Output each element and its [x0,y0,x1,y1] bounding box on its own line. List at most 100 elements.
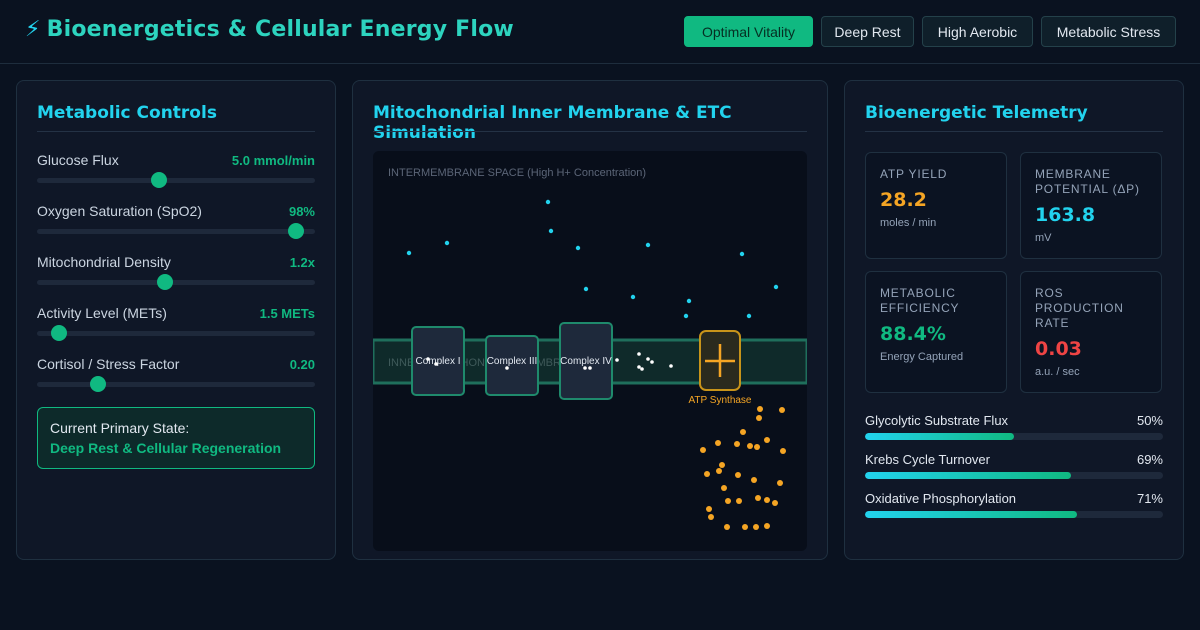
atp-dot [734,441,740,447]
atp-dot [779,407,785,413]
proton-dot [545,199,551,205]
atp-dot [742,524,748,530]
proton-dot [746,313,752,319]
glucose-flux-slider[interactable] [37,172,315,188]
slider-value: 1.5 METs [259,306,315,321]
metric-value: 163.8 [1035,204,1096,226]
proton-dot [548,228,554,234]
bar-label: Oxidative Phosphorylation [865,491,1017,506]
ros-production-card: ROS PRODUCTION RATE 0.03 a.u. / sec [1020,271,1162,393]
atp-synthase-label: ATP Synthase [689,395,752,406]
panel-title: Mitochondrial Inner Membrane & ETC Simul… [373,103,732,143]
scenario-deep-rest-button[interactable]: Deep Rest [821,16,914,47]
electron-dot [588,366,592,370]
membrane-diagram: INTERMEMBRANE SPACE (High H+ Concentrati… [373,167,807,530]
atp-dot [756,415,762,421]
electron-dot [646,357,650,361]
slider-thumb[interactable] [156,274,173,290]
metric-label: ROS PRODUCTION RATE [1035,286,1124,330]
proton-dot [630,294,636,300]
mitochondrial-density-slider[interactable] [37,274,315,290]
app-header: ⚡ Bioenergetics & Cellular Energy Flow Op… [0,0,1200,64]
simulation-canvas[interactable]: INTERMEMBRANE SPACE (High H+ Concentrati… [373,151,807,551]
activity-level-slider[interactable] [37,325,315,341]
atp-dot [780,448,786,454]
metabolic-controls-panel: Metabolic Controls Glucose Flux 5.0 mmol… [16,80,336,560]
electron-dot [637,352,641,356]
proton-dot [739,251,745,257]
atp-dot [740,429,746,435]
atp-dot [736,498,742,504]
bar-fill [865,472,1071,479]
electron-dot [637,365,641,369]
electron-dot [640,367,644,371]
slider-value: 0.20 [289,357,315,372]
electron-dot [669,364,673,368]
panel-title: Metabolic Controls [37,103,217,123]
metric-unit: a.u. / sec [1035,366,1080,378]
slider-thumb[interactable] [90,376,107,392]
bar-fill [865,433,1014,440]
slider-value: 5.0 mmol/min [231,153,315,168]
atp-dot [715,440,721,446]
slider-label: Activity Level (METs) [37,305,167,321]
primary-state-box: Current Primary State: Deep Rest & Cellu… [37,407,315,469]
etc-simulation-panel: Mitochondrial Inner Membrane & ETC Simul… [352,80,828,560]
scenario-high-aerobic-button[interactable]: High Aerobic [922,16,1033,47]
atp-dot [725,498,731,504]
metric-value: 88.4% [880,323,946,345]
electron-dot [505,366,509,370]
electron-dot [650,360,654,364]
atp-dot [704,471,710,477]
bar-percent: 50% [1136,413,1163,428]
atp-dot [721,485,727,491]
atp-dot [754,444,760,450]
atp-dot [747,443,753,449]
bar-label: Krebs Cycle Turnover [865,452,990,467]
oxidative-phosphorylation-bar [865,511,1163,518]
proton-dot [406,250,412,256]
slider-value: 98% [288,204,315,219]
metric-label: METABOLIC EFFICIENCY [880,286,960,315]
proton-dot [686,298,692,304]
proton-dot [575,245,581,251]
scenario-metabolic-stress-button[interactable]: Metabolic Stress [1041,16,1176,47]
cortisol-stress-slider[interactable] [37,376,315,392]
proton-dot [773,284,779,290]
divider [865,131,1163,132]
complex-label: Complex I [415,356,460,367]
atp-dot [724,524,730,530]
ims-label: INTERMEMBRANE SPACE (High H+ Concentrati… [388,167,646,179]
slider-thumb[interactable] [151,172,168,188]
divider [373,131,807,132]
scenario-optimal-vitality-button[interactable]: Optimal Vitality [684,16,813,47]
app-title: ⚡ Bioenergetics & Cellular Energy Flow [25,17,514,42]
atp-dot [719,462,725,468]
state-value: Deep Rest & Cellular Regeneration [50,440,282,456]
bar-label: Glycolytic Substrate Flux [865,413,1009,428]
panel-title: Bioenergetic Telemetry [865,103,1088,123]
complex-label: Complex IV [560,356,612,367]
atp-dot [708,514,714,520]
atp-dot [753,524,759,530]
atp-dot [706,506,712,512]
atp-dot [764,523,770,529]
slider-label: Mitochondrial Density [37,254,171,270]
slider-thumb[interactable] [287,223,304,239]
oxygen-saturation-slider[interactable] [37,223,315,239]
atp-dots [700,406,786,530]
atp-dot [700,447,706,453]
bar-fill [865,511,1077,518]
atp-dot [757,406,763,412]
app-title-text: Bioenergetics & Cellular Energy Flow [46,17,514,42]
atp-dot [716,468,722,474]
electron-dot [615,358,619,362]
slider-thumb[interactable] [51,325,68,341]
atp-dot [764,497,770,503]
metabolic-efficiency-card: METABOLIC EFFICIENCY 88.4% Energy Captur… [865,271,1007,393]
slider-label: Glucose Flux [37,152,119,168]
slider-label: Cortisol / Stress Factor [37,356,180,372]
telemetry-panel: Bioenergetic Telemetry ATP YIELD 28.2 mo… [844,80,1184,560]
bar-percent: 71% [1136,491,1163,506]
complex-label: Complex III [487,356,538,367]
